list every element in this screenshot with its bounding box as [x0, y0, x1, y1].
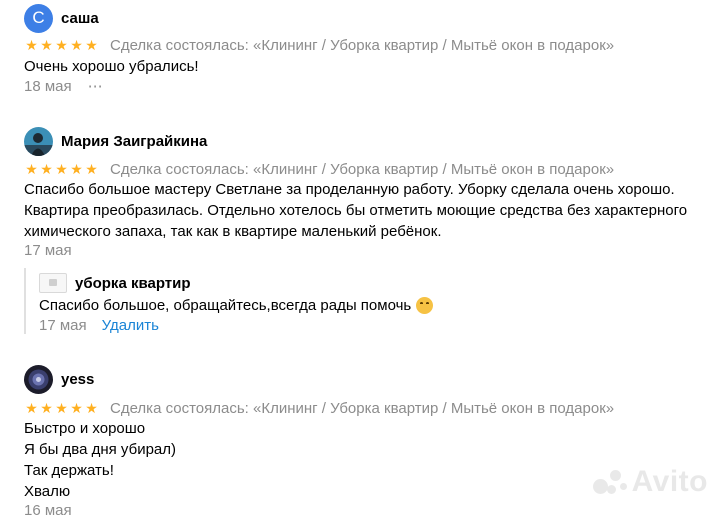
review-text-line: Очень хорошо убрались! [24, 58, 199, 75]
star-icon: ★ [85, 161, 98, 177]
star-icon: ★ [55, 400, 68, 416]
review-date: 17 мая [24, 241, 72, 259]
star-icon: ★ [85, 37, 98, 53]
watermark-text: Avito [631, 465, 708, 498]
review-header: yess [24, 364, 94, 394]
avito-logo-icon [590, 465, 630, 499]
review-author[interactable]: саша [61, 10, 99, 27]
avatar[interactable] [24, 126, 53, 156]
star-icon: ★ [40, 37, 53, 53]
rating-stars: ★ ★ ★ ★ ★ [24, 38, 99, 52]
review-text-line: Я бы два дня убирал) [24, 441, 176, 458]
review-text-line: Быстро и хорошо [24, 420, 146, 437]
star-icon: ★ [70, 161, 83, 177]
review-text: Очень хорошо убрались! [24, 56, 704, 77]
reply-author[interactable]: уборка квартир [75, 275, 191, 292]
star-icon: ★ [25, 161, 38, 177]
star-icon: ★ [70, 37, 83, 53]
star-icon: ★ [55, 37, 68, 53]
review-author[interactable]: yess [61, 371, 94, 388]
user-photo-icon [24, 126, 53, 156]
seller-reply: уборка квартир Спасибо большое, обращайт… [24, 268, 646, 334]
review-text-line: химического запаха, так как в квартире м… [24, 223, 442, 240]
more-options-icon[interactable]: ⋯ [88, 77, 104, 95]
star-icon: ★ [40, 400, 53, 416]
rating-stars: ★ ★ ★ ★ ★ [24, 162, 99, 176]
star-icon: ★ [25, 400, 38, 416]
review-text-line: Квартира преобразилась. Отдельно хотелос… [24, 202, 688, 219]
review-meta: ★ ★ ★ ★ ★ Сделка состоялась: «Клининг / … [24, 398, 614, 418]
star-icon: ★ [25, 37, 38, 53]
review-date: 16 мая [24, 501, 72, 519]
star-icon: ★ [55, 161, 68, 177]
review-author[interactable]: Мария Заиграйкина [61, 133, 207, 150]
deal-info: Сделка состоялась: «Клининг / Уборка ква… [110, 36, 615, 54]
review-header: Мария Заиграйкина [24, 126, 207, 156]
avatar[interactable] [24, 364, 53, 394]
review-date-row: 17 мая [24, 239, 72, 261]
reply-date: 17 мая [39, 316, 87, 334]
deal-info: Сделка состоялась: «Клининг / Уборка ква… [110, 160, 615, 178]
shop-logo-icon[interactable] [39, 273, 67, 293]
avatar[interactable]: С [24, 3, 53, 33]
reply-meta: 17 мая Удалить [39, 315, 159, 335]
star-icon: ★ [70, 400, 83, 416]
review-date-row: 16 мая [24, 499, 72, 521]
reply-text-content: Спасибо большое, обращайтесь,всегда рады… [39, 297, 412, 314]
review-date: 18 мая [24, 77, 72, 95]
review-header: С саша [24, 3, 99, 33]
delete-reply-link[interactable]: Удалить [102, 317, 159, 334]
review-meta: ★ ★ ★ ★ ★ Сделка состоялась: «Клининг / … [24, 159, 614, 179]
avito-watermark: Avito [590, 465, 708, 499]
user-photo-icon [24, 364, 53, 394]
star-icon: ★ [40, 161, 53, 177]
hugging-face-icon [416, 297, 434, 314]
deal-info: Сделка состоялась: «Клининг / Уборка ква… [110, 399, 615, 417]
review-text-line: Спасибо большое мастеру Светлане за прод… [24, 181, 675, 198]
reply-header: уборка квартир [39, 272, 191, 294]
review-meta: ★ ★ ★ ★ ★ Сделка состоялась: «Клининг / … [24, 35, 614, 55]
review-text: Спасибо большое мастеру Светлане за прод… [24, 179, 704, 242]
reply-text: Спасибо большое, обращайтесь,всегда рады… [39, 295, 434, 316]
rating-stars: ★ ★ ★ ★ ★ [24, 401, 99, 415]
star-icon: ★ [85, 400, 98, 416]
review-date-row: 18 мая ⋯ [24, 75, 104, 97]
